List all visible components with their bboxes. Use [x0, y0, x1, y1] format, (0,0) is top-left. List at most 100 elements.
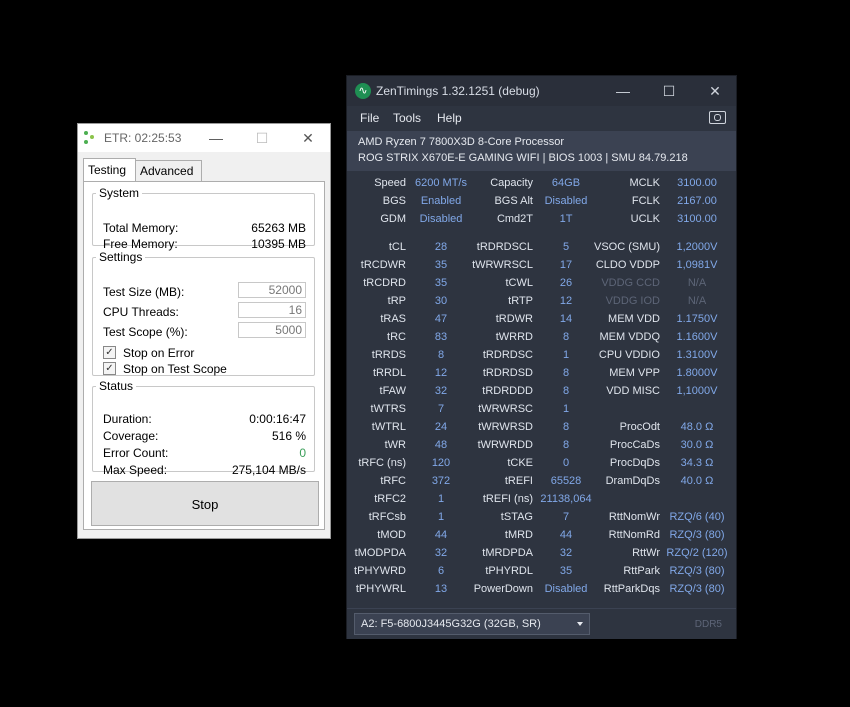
coverage-value: 516 %: [271, 429, 306, 443]
timing-value: 6200 MT/s: [415, 177, 467, 189]
dimm-select[interactable]: A2: F5-6800J3445G32G (32GB, SR): [354, 613, 590, 635]
timing-value: 32: [434, 385, 448, 397]
test-size-label: Test Size (MB):: [103, 285, 185, 299]
board-info: ROG STRIX X670E-E GAMING WIFI | BIOS 100…: [358, 152, 688, 164]
cpu-name: AMD Ryzen 7 7800X3D 8-Core Processor: [358, 136, 565, 148]
timing-value: 1: [562, 403, 570, 415]
timing-value: 1: [437, 493, 445, 505]
timing-value: Disabled: [419, 213, 463, 225]
timing-value: 12: [559, 295, 573, 307]
zentimings-window: ∿ ZenTimings 1.32.1251 (debug) — ☐ ✕ Fil…: [346, 75, 737, 639]
timing-value: 65528: [550, 475, 582, 487]
cpu-threads-label: CPU Threads:: [103, 305, 179, 319]
menu-file[interactable]: File: [360, 111, 379, 125]
timing-value: Disabled: [544, 195, 588, 207]
error-count-value: 0: [299, 446, 306, 460]
timing-value: 44: [559, 529, 573, 541]
timing-value: 8: [562, 439, 570, 451]
timing-value: 30.0 Ω: [680, 439, 714, 451]
cpu-threads-input[interactable]: 16: [238, 302, 306, 318]
maximize-button[interactable]: ☐: [658, 81, 680, 101]
test-size-input[interactable]: 52000: [238, 282, 306, 298]
stop-on-error-label: Stop on Error: [123, 346, 195, 360]
tab-advanced[interactable]: Advanced: [135, 160, 202, 182]
system-group: System Total Memory: 65263 MB Free Memor…: [92, 186, 315, 251]
menu-tools[interactable]: Tools: [393, 111, 421, 125]
timing-value: 64GB: [551, 177, 581, 189]
timing-value: RZQ/2 (120): [666, 547, 728, 559]
timing-value: 12: [434, 367, 448, 379]
zt-titlebar[interactable]: ∿ ZenTimings 1.32.1251 (debug) — ☐ ✕: [347, 76, 736, 106]
timing-value: 14: [559, 313, 573, 325]
timing-value: 7: [562, 511, 570, 523]
timing-value: 32: [559, 547, 573, 559]
test-scope-input[interactable]: 5000: [238, 322, 306, 338]
tm5-titlebar[interactable]: ETR: 02:25:53 — ☐ ✕: [78, 124, 330, 152]
testing-panel: System Total Memory: 65263 MB Free Memor…: [83, 181, 325, 530]
close-button[interactable]: ✕: [298, 128, 318, 148]
timing-value: Disabled: [544, 583, 588, 595]
cpu-threads-row: CPU Threads: 16: [103, 302, 306, 320]
minimize-button[interactable]: —: [612, 81, 634, 101]
max-speed-value: 275,104 MB/s: [231, 463, 306, 477]
stop-button[interactable]: Stop: [91, 481, 319, 526]
system-info: AMD Ryzen 7 7800X3D 8-Core Processor ROG…: [347, 131, 736, 171]
timing-value: 83: [434, 331, 448, 343]
timing-value: Enabled: [420, 195, 462, 207]
checkmark-icon: ✓: [103, 346, 116, 359]
timing-value: 1T: [559, 213, 573, 225]
timing-value: 40.0 Ω: [680, 475, 714, 487]
status-group: Status Duration: 0:00:16:47 Coverage: 51…: [92, 379, 315, 477]
timing-value: 47: [434, 313, 448, 325]
status-legend: Status: [99, 379, 134, 393]
timing-value: 24: [434, 421, 448, 433]
zt-footer: A2: F5-6800J3445G32G (32GB, SR) DDR5: [347, 608, 736, 639]
timing-value: 372: [431, 475, 451, 487]
timing-value: 7: [437, 403, 445, 415]
timing-value: 8: [562, 421, 570, 433]
timing-value: 1: [562, 349, 570, 361]
timing-value: 48: [434, 439, 448, 451]
timing-label: VSOC (SMU): [594, 241, 660, 253]
timing-value: 30: [434, 295, 448, 307]
menu-bar: File Tools Help: [347, 106, 736, 130]
timing-value: 35: [434, 277, 448, 289]
timing-value: 26: [559, 277, 573, 289]
checkmark-icon: ✓: [103, 362, 116, 375]
timing-value: RZQ/3 (80): [669, 529, 725, 541]
camera-icon[interactable]: [709, 111, 726, 124]
tab-testing[interactable]: Testing: [83, 158, 136, 182]
maximize-button[interactable]: ☐: [252, 128, 272, 148]
timing-value: 13: [434, 583, 448, 595]
settings-legend: Settings: [99, 250, 143, 264]
max-speed-row: Max Speed: 275,104 MB/s: [103, 462, 306, 478]
duration-row: Duration: 0:00:16:47: [103, 411, 306, 427]
minimize-button[interactable]: —: [206, 128, 226, 148]
system-legend: System: [99, 186, 140, 200]
timing-value: 0: [562, 457, 570, 469]
memory-type-label: DDR5: [694, 619, 722, 630]
timing-value: 1,0981V: [676, 259, 718, 271]
dimm-select-value: A2: F5-6800J3445G32G (32GB, SR): [361, 618, 541, 630]
timing-value: 32: [434, 547, 448, 559]
total-memory-value: 65263 MB: [251, 221, 306, 235]
test-scope-row: Test Scope (%): 5000: [103, 322, 306, 340]
close-button[interactable]: ✕: [704, 81, 726, 101]
timing-value: 1.1600V: [676, 331, 718, 343]
zentimings-logo-icon: ∿: [355, 83, 371, 99]
timing-value: 1: [437, 511, 445, 523]
timing-value: RZQ/3 (80): [669, 583, 725, 595]
timing-value: 1,2000V: [676, 241, 718, 253]
stop-on-test-scope-label: Stop on Test Scope: [123, 362, 227, 376]
timing-value: 21138,064: [540, 493, 592, 505]
timing-value: 48.0 Ω: [680, 421, 714, 433]
total-memory-row: Total Memory: 65263 MB: [103, 220, 306, 236]
timings-grid: Speed 6200 MT/s Capacity 64GB MCLK 3100.00 BGS…: [347, 172, 736, 608]
timing-value: N/A: [687, 295, 707, 307]
chevron-down-icon: [577, 622, 583, 626]
coverage-label: Coverage:: [103, 429, 159, 443]
total-memory-label: Total Memory:: [103, 221, 179, 235]
menu-help[interactable]: Help: [437, 111, 462, 125]
timing-value: 34.3 Ω: [680, 457, 714, 469]
timing-label: CPU VDDIO: [598, 349, 660, 361]
